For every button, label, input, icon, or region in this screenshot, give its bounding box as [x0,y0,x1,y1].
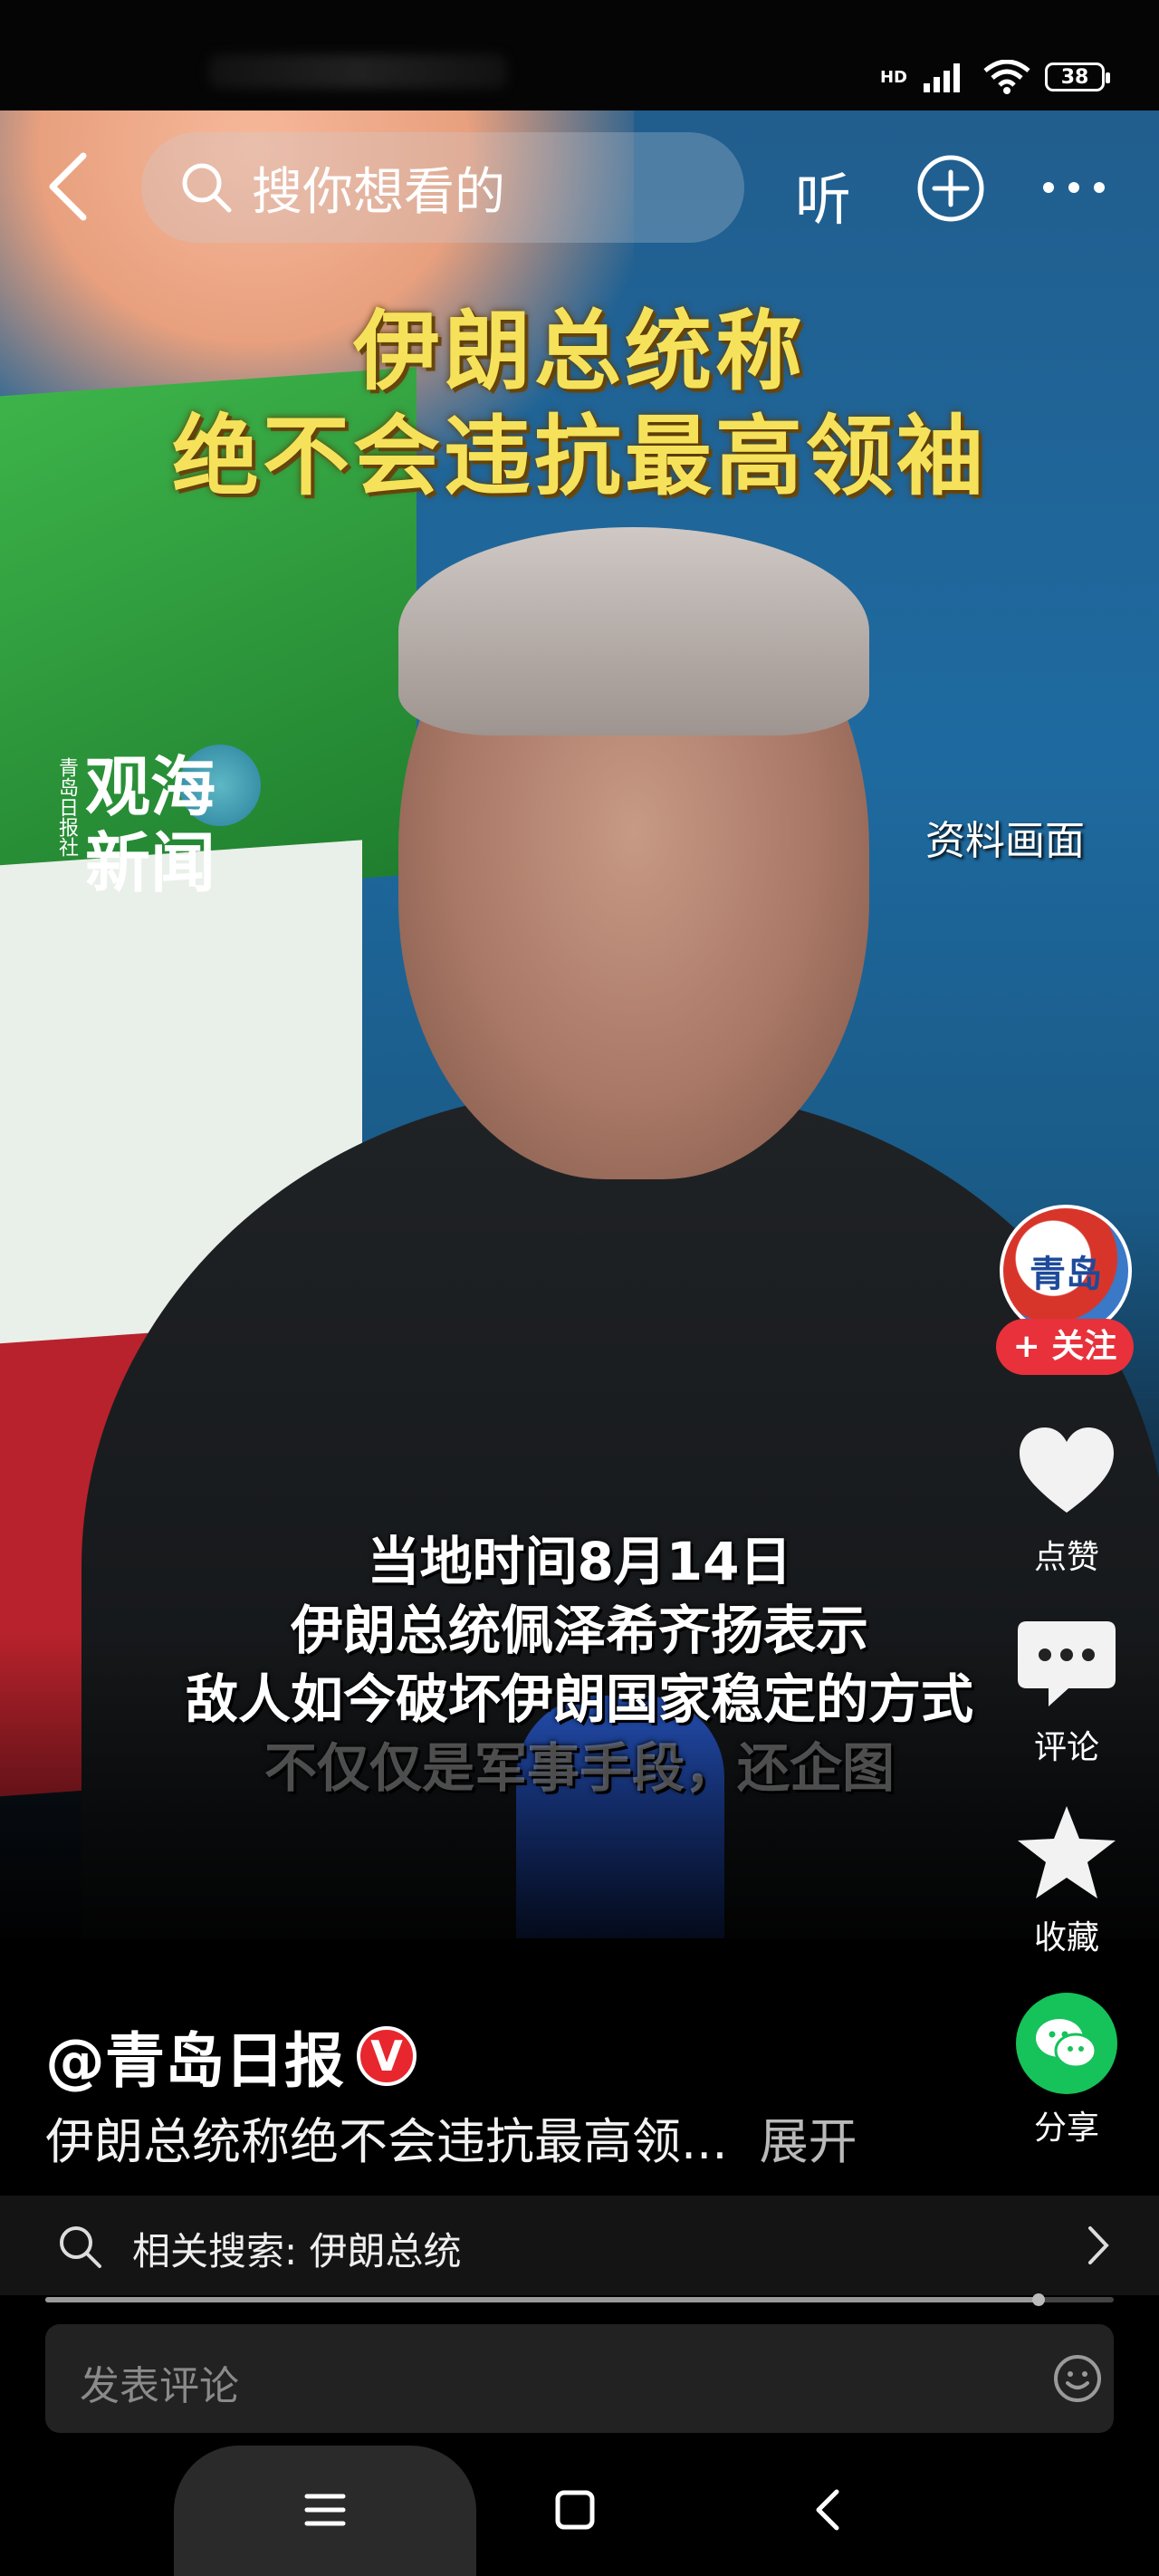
wechat-share-button[interactable] [1016,1993,1117,2094]
related-search-text: 相关搜索: 伊朗总统 [132,2229,462,2273]
video-progress-bar[interactable] [45,2293,1114,2306]
plus-icon[interactable] [915,152,987,225]
comment-placeholder: 发表评论 [80,2363,239,2409]
like-label: 点赞 [1033,1539,1099,1576]
network-type: HD [879,67,907,87]
heart-icon[interactable] [1014,1422,1119,1522]
progress-fill [45,2297,1039,2302]
video-headline: 伊朗总统称 绝不会违抗最高领袖 [0,299,1159,509]
progress-handle[interactable] [1032,2293,1046,2306]
subtitle-line: 不仅仅是军事手段，还企图 [263,1737,895,1799]
wifi-icon [983,60,1030,94]
related-search-bar[interactable]: 相关搜索: 伊朗总统 [0,2196,1159,2295]
menu-icon[interactable] [304,2489,346,2531]
home-icon[interactable] [554,2489,596,2531]
description-text: 伊朗总统称绝不会违抗最高领... [45,2113,728,2170]
top-navigation: 搜你想看的 听 [0,120,1159,255]
listen-button[interactable]: 听 [795,154,851,235]
status-indicators: HD 38 [879,60,1110,94]
status-bar: HD 38 [0,0,1159,111]
expand-button[interactable]: 展开 [760,2113,857,2170]
channel-logo: 青岛日报社 观海 新闻 [43,745,261,908]
battery-indicator: 38 [1045,62,1110,91]
signal-icon [924,63,960,92]
video-subtitles: 当地时间8月14日 伊朗总统佩泽希齐扬表示 敌人如今破坏伊朗国家稳定的方式 不仅… [0,1527,1159,1802]
search-placeholder: 搜你想看的 [252,162,505,222]
archive-footage-label: 资料画面 [925,818,1085,864]
follow-button[interactable]: + 关注 [996,1319,1134,1375]
favorite-label: 收藏 [1033,1919,1099,1956]
emoji-icon[interactable] [1052,2353,1103,2404]
author-name[interactable]: @青岛日报 V [45,2013,417,2100]
wechat-icon [1036,2019,1097,2069]
search-input[interactable]: 搜你想看的 [141,132,744,243]
subtitle-line: 伊朗总统佩泽希齐扬表示 [290,1600,868,1661]
back-icon[interactable] [38,150,101,223]
nav-back-icon[interactable] [809,2487,846,2533]
subtitle-line: 敌人如今破坏伊朗国家稳定的方式 [185,1668,973,1730]
comment-icon[interactable] [1014,1616,1119,1716]
author-avatar[interactable]: 青岛 [1000,1205,1132,1337]
headline-line-2: 绝不会违抗最高领袖 [172,406,987,507]
search-icon [182,163,232,213]
more-icon[interactable] [1041,174,1106,201]
video-description[interactable]: 伊朗总统称绝不会违抗最高领... 展开 [45,2101,857,2173]
share-label: 分享 [1033,2110,1099,2147]
subtitle-line: 当地时间8月14日 [367,1531,792,1592]
star-icon[interactable] [1014,1802,1119,1902]
headline-line-1: 伊朗总统称 [353,301,806,402]
search-icon [60,2226,101,2268]
status-notification-area [208,54,507,89]
chevron-right-icon [1088,2226,1109,2264]
comment-label: 评论 [1033,1729,1099,1766]
author-handle[interactable]: @青岛日报 [45,2013,344,2100]
system-navigation-bar [0,2446,1159,2576]
verified-badge: V [357,2026,417,2086]
comment-input[interactable]: 发表评论 [45,2324,1114,2433]
